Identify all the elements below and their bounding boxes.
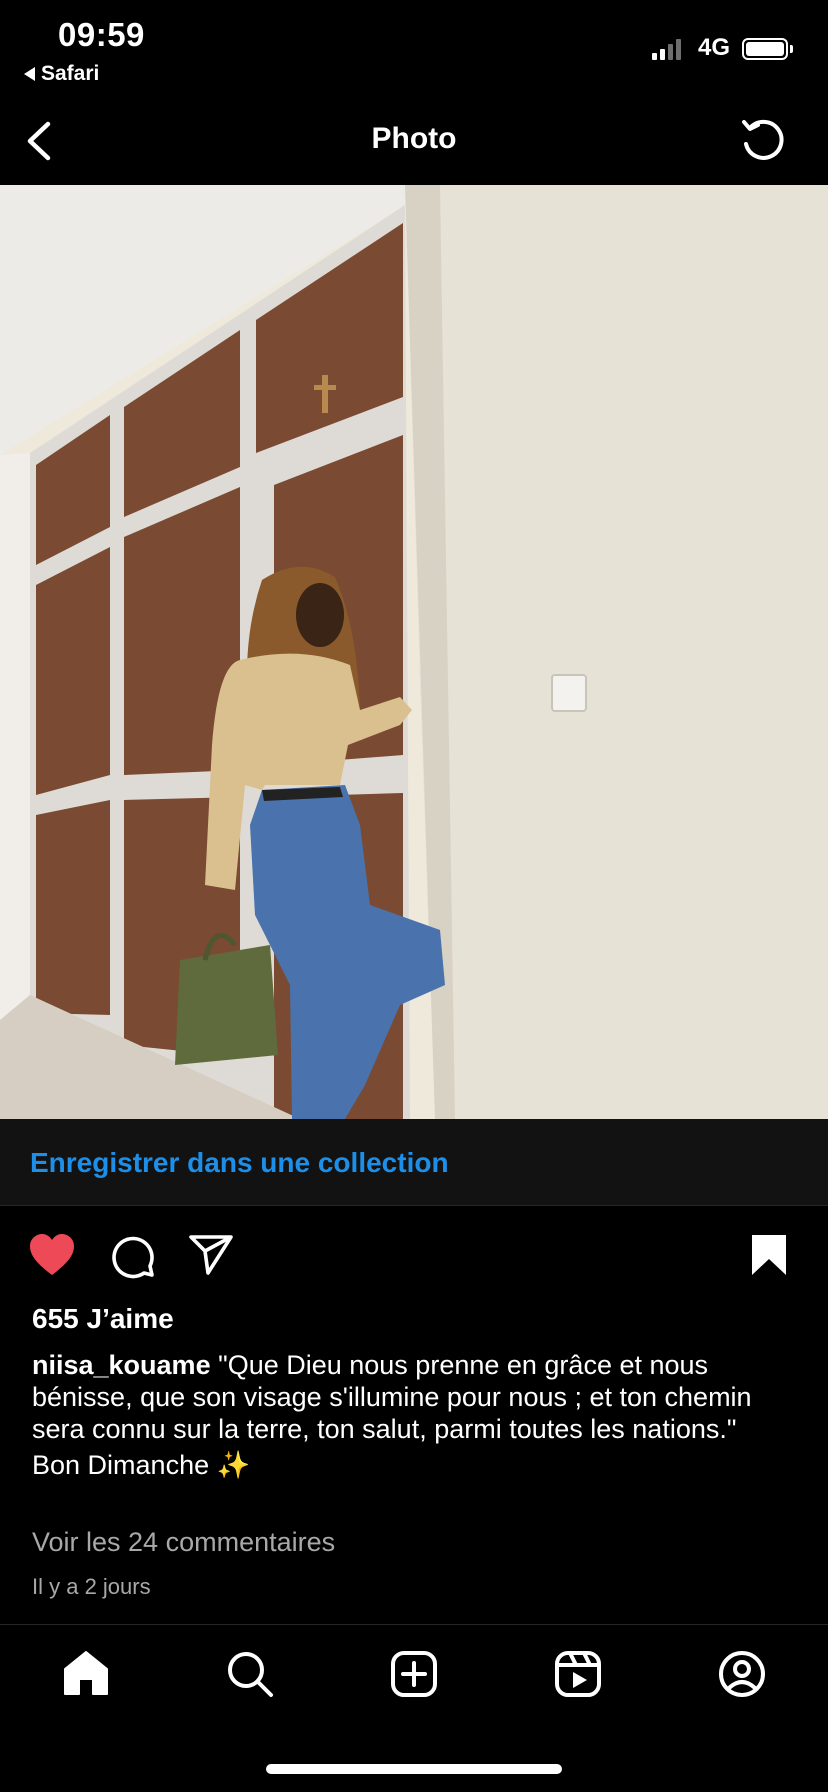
save-to-collection-label[interactable]: Enregistrer dans une collection <box>30 1147 449 1179</box>
like-heart-icon[interactable] <box>28 1233 76 1277</box>
back-app-label: Safari <box>41 62 100 85</box>
search-icon[interactable] <box>226 1650 274 1698</box>
refresh-icon[interactable] <box>738 114 788 164</box>
likes-count[interactable]: 655 J’aime <box>32 1303 174 1335</box>
page-title: Photo <box>371 122 457 155</box>
battery-cap <box>790 45 793 53</box>
back-to-safari[interactable]: Safari <box>24 62 99 86</box>
profile-icon[interactable] <box>718 1650 766 1698</box>
home-icon[interactable] <box>62 1650 110 1696</box>
bookmark-saved-icon[interactable] <box>750 1233 788 1277</box>
battery-icon <box>742 38 788 60</box>
reels-icon[interactable] <box>554 1650 602 1698</box>
cellular-signal-icon <box>652 36 681 60</box>
save-to-collection-bar[interactable]: Enregistrer dans une collection <box>0 1119 828 1206</box>
share-send-icon[interactable] <box>188 1233 234 1277</box>
post-timestamp: Il y a 2 jours <box>32 1574 151 1599</box>
view-comments-link[interactable]: Voir les 24 commentaires <box>32 1527 335 1558</box>
comment-icon[interactable] <box>110 1233 156 1279</box>
caption-username[interactable]: niisa_kouame <box>32 1350 211 1380</box>
tab-bar-divider <box>0 1624 828 1625</box>
new-post-icon[interactable] <box>390 1650 438 1698</box>
network-type: 4G <box>698 34 731 61</box>
back-triangle-icon <box>24 67 35 81</box>
status-time: 09:59 <box>58 16 145 53</box>
post-caption: niisa_kouame "Que Dieu nous prenne en gr… <box>32 1349 792 1481</box>
photo-image <box>0 185 828 1119</box>
home-indicator <box>266 1764 562 1774</box>
post-photo[interactable] <box>0 185 828 1119</box>
caption-line2: Bon Dimanche ✨ <box>32 1450 251 1480</box>
